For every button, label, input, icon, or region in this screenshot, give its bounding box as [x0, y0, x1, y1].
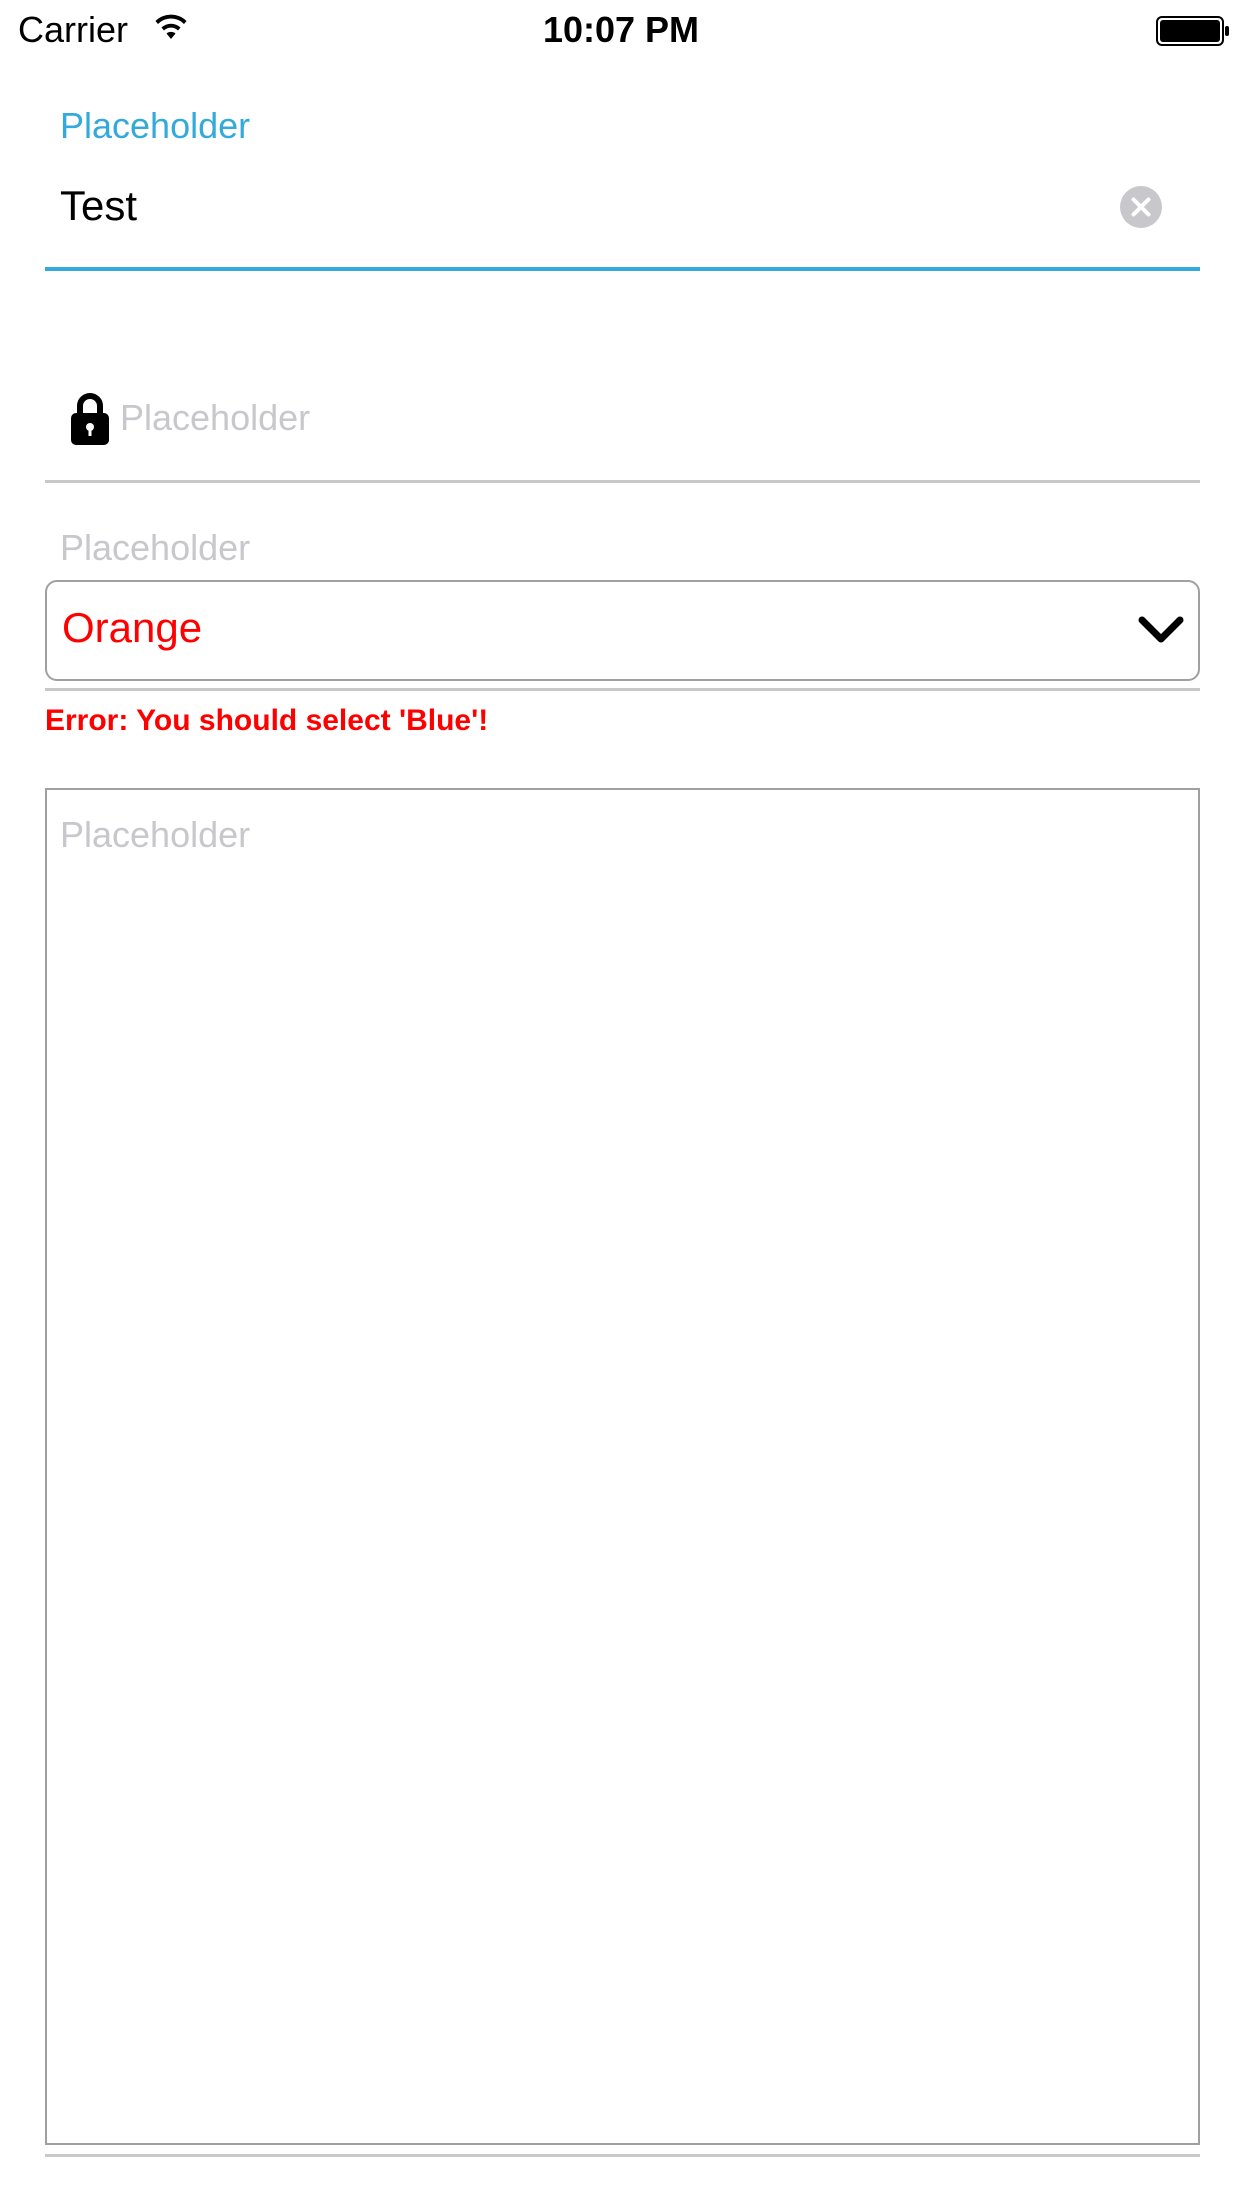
text-input-value[interactable]: Test — [60, 180, 137, 232]
chevron-down-icon — [1138, 616, 1184, 643]
field-underline — [45, 2154, 1200, 2157]
multiline-text-area[interactable] — [45, 788, 1200, 2145]
field-underline — [45, 480, 1200, 483]
error-message: Error: You should select 'Blue'! — [45, 704, 489, 737]
status-bar: Carrier 10:07 PM — [0, 0, 1242, 60]
lock-icon — [71, 393, 109, 445]
field-underline-active — [45, 267, 1200, 271]
clear-circle-icon[interactable] — [1119, 185, 1163, 229]
select-label: Placeholder — [60, 527, 251, 568]
status-time: 10:07 PM — [542, 9, 700, 50]
password-input[interactable] — [120, 392, 1180, 444]
battery-icon — [1156, 16, 1229, 46]
field-underline — [45, 688, 1200, 691]
floating-label: Placeholder — [60, 105, 251, 146]
selected-value: Orange — [62, 604, 203, 651]
color-select[interactable]: Orange — [45, 580, 1200, 681]
